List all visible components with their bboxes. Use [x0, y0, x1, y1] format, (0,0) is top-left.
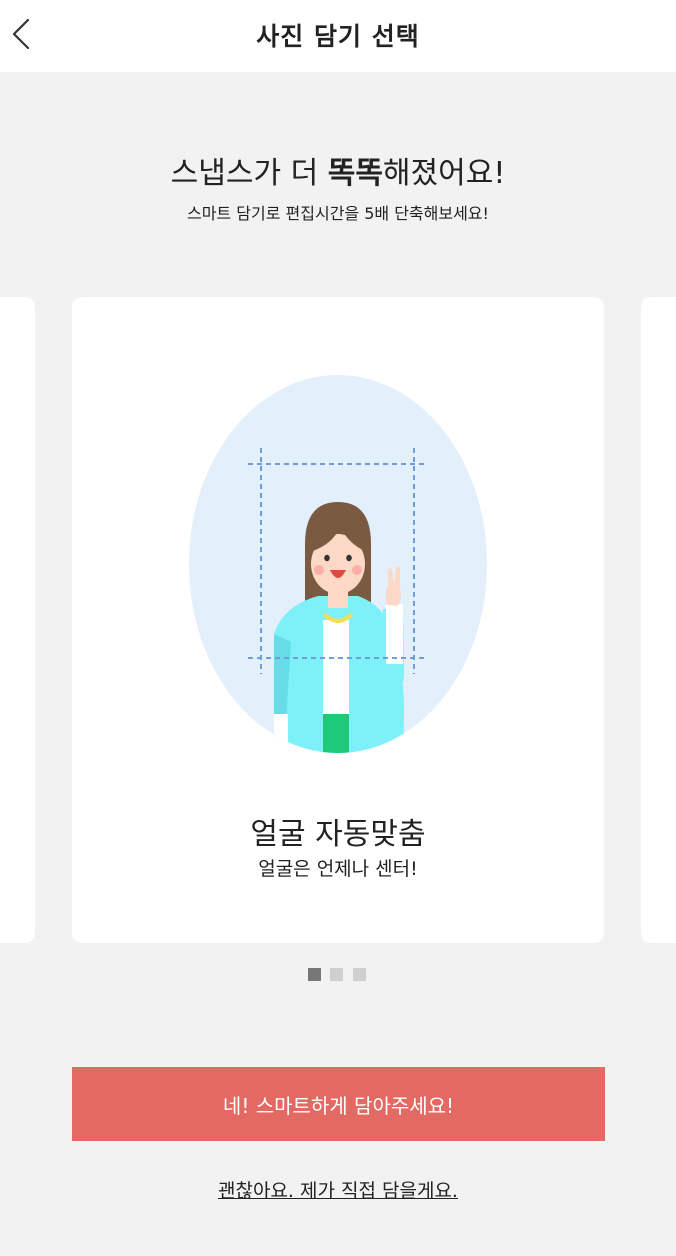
headline-text-pre: 스냅스가 더 — [170, 156, 328, 191]
smart-fill-button[interactable]: 네! 스마트하게 담아주세요! — [72, 1067, 605, 1141]
carousel-card-current[interactable]: 얼굴 자동맞춤 얼굴은 언제나 센터! — [72, 297, 604, 943]
carousel-card-next[interactable] — [641, 297, 676, 943]
headline-text-post: 해졌어요! — [382, 156, 506, 191]
app-header: 사진 담기 선택 — [0, 0, 676, 72]
slide-title: 얼굴 자동맞춤 — [250, 817, 426, 852]
carousel-card-previous[interactable] — [0, 297, 35, 943]
face-centering-illustration — [189, 375, 487, 753]
slide-description: 얼굴은 언제나 센터! — [258, 858, 418, 880]
pagination-dot-3[interactable] — [353, 968, 366, 981]
intro-subline: 스마트 담기로 편집시간을 5배 단축해보세요! — [187, 204, 489, 223]
headline-text-bold: 똑똑 — [327, 156, 383, 191]
pagination-dot-2[interactable] — [330, 968, 343, 981]
pagination-dot-1[interactable] — [308, 968, 321, 981]
page-title: 사진 담기 선택 — [256, 22, 420, 51]
intro-headline: 스냅스가 더 똑똑해졌어요! — [0, 148, 676, 192]
manual-fill-link[interactable]: 괜찮아요. 제가 직접 담을게요. — [0, 1176, 676, 1203]
